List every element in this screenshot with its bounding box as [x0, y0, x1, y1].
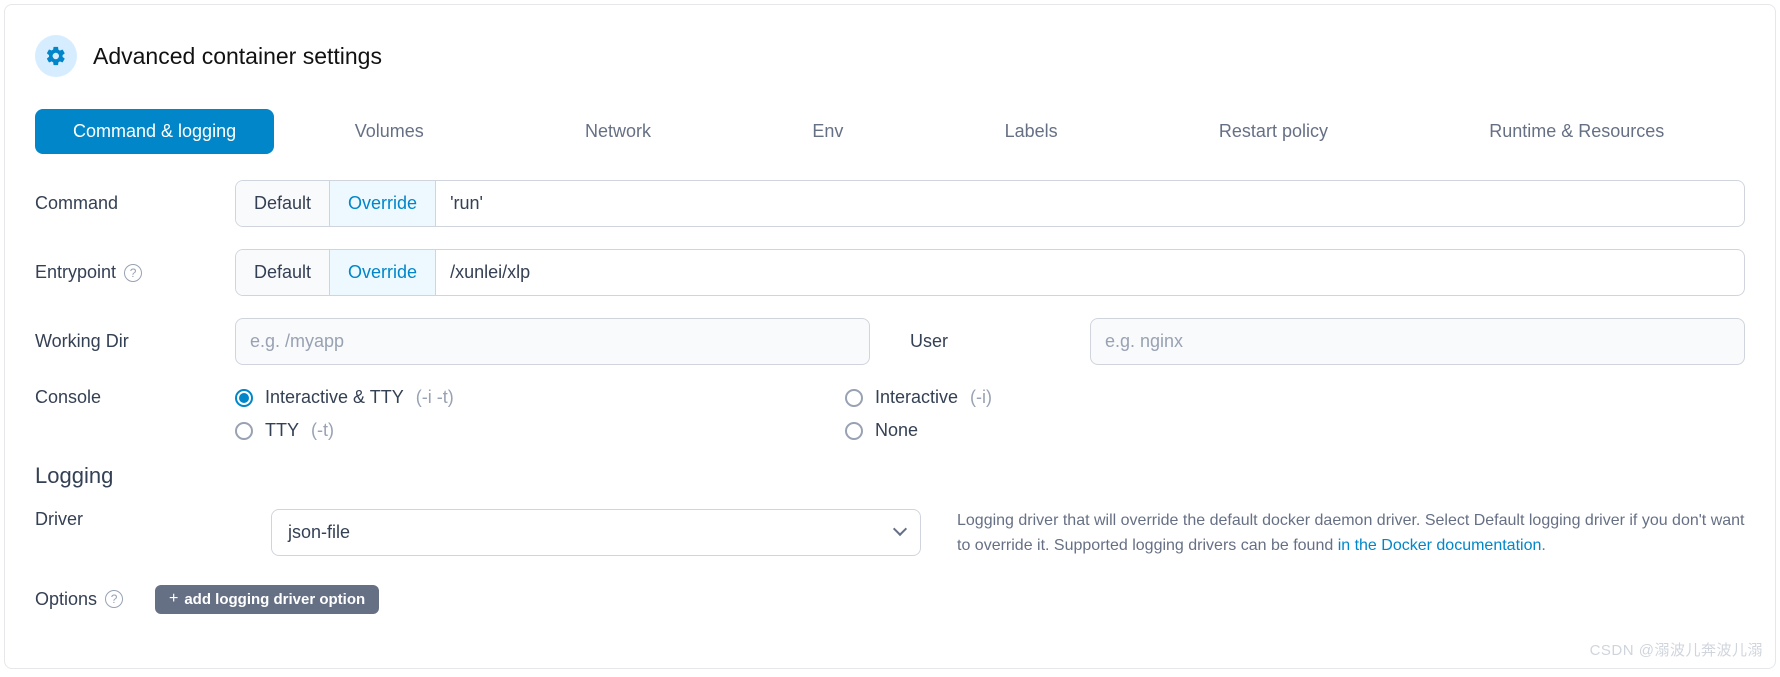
entrypoint-default-button[interactable]: Default	[236, 250, 329, 295]
advanced-container-panel: Advanced container settings Command & lo…	[4, 4, 1776, 669]
entrypoint-input[interactable]	[436, 249, 1745, 296]
tab-volumes[interactable]: Volumes	[335, 109, 444, 154]
help-icon[interactable]: ?	[124, 264, 142, 282]
command-default-button[interactable]: Default	[236, 181, 329, 226]
user-label: User	[910, 331, 1090, 352]
console-options: Interactive & TTY (-i -t) Interactive (-…	[235, 387, 1745, 441]
driver-help-text: Logging driver that will override the de…	[957, 509, 1745, 559]
tab-restart-policy[interactable]: Restart policy	[1199, 109, 1348, 154]
console-label: Console	[35, 387, 235, 408]
logging-title: Logging	[35, 463, 1745, 489]
radio-hint: (-i)	[970, 387, 992, 408]
entrypoint-toggle: Default Override	[235, 249, 436, 296]
console-tty[interactable]: TTY (-t)	[235, 420, 845, 441]
tab-network[interactable]: Network	[565, 109, 671, 154]
add-logging-driver-button[interactable]: + add logging driver option	[155, 585, 379, 614]
radio-label: TTY	[265, 420, 299, 441]
tab-runtime-resources[interactable]: Runtime & Resources	[1469, 109, 1684, 154]
entrypoint-override-button[interactable]: Override	[329, 250, 435, 295]
docker-docs-link[interactable]: in the Docker documentation	[1338, 537, 1542, 554]
console-interactive[interactable]: Interactive (-i)	[845, 387, 1745, 408]
command-input[interactable]	[436, 180, 1745, 227]
panel-header: Advanced container settings	[35, 35, 1745, 77]
command-label: Command	[35, 193, 235, 214]
options-row: Options ? + add logging driver option	[35, 585, 1745, 614]
workingdir-label: Working Dir	[35, 331, 235, 352]
user-input[interactable]	[1090, 318, 1745, 365]
add-button-label: add logging driver option	[184, 591, 365, 608]
console-none[interactable]: None	[845, 420, 1745, 441]
command-toggle: Default Override	[235, 180, 436, 227]
radio-icon	[235, 422, 253, 440]
entrypoint-row: Entrypoint ? Default Override	[35, 249, 1745, 296]
plus-icon: +	[169, 591, 178, 607]
driver-value: json-file	[288, 522, 350, 543]
tab-env[interactable]: Env	[792, 109, 863, 154]
tabs: Command & logging Volumes Network Env La…	[35, 109, 1745, 154]
tab-labels[interactable]: Labels	[985, 109, 1078, 154]
console-interactive-tty[interactable]: Interactive & TTY (-i -t)	[235, 387, 845, 408]
workingdir-input[interactable]	[235, 318, 870, 365]
options-label: Options ?	[35, 589, 155, 610]
help-text-part2: .	[1541, 537, 1545, 554]
options-label-text: Options	[35, 589, 97, 610]
radio-label: None	[875, 420, 918, 441]
radio-icon	[845, 389, 863, 407]
help-icon[interactable]: ?	[105, 590, 123, 608]
console-row: Console Interactive & TTY (-i -t) Intera…	[35, 387, 1745, 441]
command-row: Command Default Override	[35, 180, 1745, 227]
radio-hint: (-i -t)	[416, 387, 454, 408]
entrypoint-label-text: Entrypoint	[35, 262, 116, 283]
chevron-down-icon	[895, 527, 907, 539]
panel-title: Advanced container settings	[93, 43, 382, 70]
tab-command-logging[interactable]: Command & logging	[35, 109, 274, 154]
radio-hint: (-t)	[311, 420, 334, 441]
gear-icon	[35, 35, 77, 77]
watermark: CSDN @溺波儿奔波儿溺	[1590, 639, 1763, 660]
entrypoint-label: Entrypoint ?	[35, 262, 235, 283]
command-override-button[interactable]: Override	[329, 181, 435, 226]
radio-label: Interactive	[875, 387, 958, 408]
radio-icon	[845, 422, 863, 440]
workingdir-user-row: Working Dir User	[35, 318, 1745, 365]
driver-select[interactable]: json-file	[271, 509, 921, 556]
driver-row: Driver json-file Logging driver that wil…	[35, 509, 1745, 559]
radio-label: Interactive & TTY	[265, 387, 404, 408]
radio-icon	[235, 389, 253, 407]
driver-label: Driver	[35, 509, 235, 530]
